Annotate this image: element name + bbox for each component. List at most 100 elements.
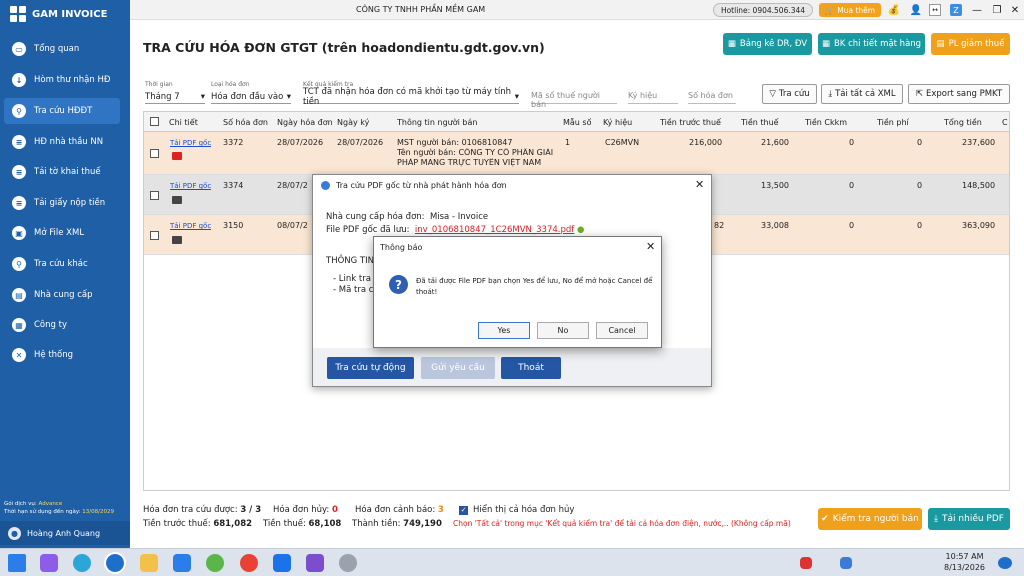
tray-v-icon[interactable] xyxy=(800,557,812,569)
printer-icon[interactable] xyxy=(172,196,182,204)
invoice-number-input[interactable]: Số hóa đơn xyxy=(688,91,736,104)
sidebar-item-payment[interactable]: ≡ Tải giấy nộp tiền xyxy=(4,190,120,216)
check-seller-button[interactable]: ✔ Kiểm tra người bán xyxy=(818,508,922,530)
minimize-icon[interactable]: — xyxy=(970,3,984,17)
show-cancelled-toggle[interactable]: ✓ Hiển thị cả hóa đơn hủy xyxy=(459,505,574,515)
cell-total: 148,500 xyxy=(962,181,996,190)
auto-lookup-button[interactable]: Tra cứu tự động xyxy=(327,357,414,379)
period-select[interactable]: Tháng 7 ▾ xyxy=(145,91,205,104)
cell-sign-date: 28/07/2026 xyxy=(337,138,384,147)
app-name: GAM INVOICE xyxy=(32,8,108,20)
export-button[interactable]: ⇱ Export sang PMKT xyxy=(908,84,1010,104)
cell-discount: 0 xyxy=(849,221,855,230)
taskbar xyxy=(0,548,1024,576)
restore-icon[interactable]: ❐ xyxy=(990,3,1004,17)
yes-button[interactable]: Yes xyxy=(478,322,530,339)
sidebar-item-inbox[interactable]: ↓ Hòm thư nhận HĐ xyxy=(4,67,120,93)
download-xml-button[interactable]: ⤓ Tải tất cả XML xyxy=(821,84,903,104)
company-name: CÔNG TY TNHH PHẦN MỀM GAM xyxy=(356,5,486,14)
close-icon[interactable]: ✕ xyxy=(646,240,655,253)
message-text: Đã tải được File PDF bạn chọn Yes để lưu… xyxy=(416,277,653,296)
symbol-input[interactable]: Ký hiệu xyxy=(628,91,678,104)
chevron-down-icon: ▾ xyxy=(514,92,519,102)
seller-tax-input[interactable]: Mã số thuế người bán xyxy=(531,91,617,109)
filter-icon: ▽ xyxy=(769,89,776,99)
exit-button[interactable]: Thoát xyxy=(501,357,561,379)
user-icon[interactable]: 👤 xyxy=(909,3,923,17)
sidebar-item-vendor[interactable]: ▤ Nhà cung cấp xyxy=(4,282,120,308)
col-date: Ngày hóa đơn xyxy=(277,118,333,127)
settings-icon: ✕ xyxy=(12,348,26,362)
checkbox-checked-icon[interactable]: ✓ xyxy=(459,505,468,515)
row-checkbox[interactable] xyxy=(150,149,159,158)
download-pdf-link[interactable]: Tải PDF gốc xyxy=(170,222,211,230)
select-all-checkbox[interactable] xyxy=(150,117,159,126)
buy-more-button[interactable]: 🛒 Mua thêm xyxy=(819,3,881,17)
close-icon[interactable]: ✕ xyxy=(695,178,704,191)
download-many-pdf-button[interactable]: ⤓ Tải nhiều PDF xyxy=(928,508,1010,530)
tax-icon: ≡ xyxy=(12,165,26,179)
saved-file-link[interactable]: inv_0106810847_1C26MVN_3374.pdf xyxy=(415,225,574,235)
close-icon[interactable]: ✕ xyxy=(1008,3,1022,17)
grand-total: Thành tiền: 749,190 xyxy=(352,519,442,529)
page-title: TRA CỨU HÓA ĐƠN GTGT (trên hoadondientu.… xyxy=(143,40,545,55)
zalo-icon[interactable]: Z xyxy=(950,4,962,16)
user-profile[interactable]: ● Hoàng Anh Quang xyxy=(0,521,130,545)
report-dr-button[interactable]: ▦ Bảng kê DR, ĐV xyxy=(723,33,812,55)
clock[interactable]: 10:57 AM 8/13/2026 xyxy=(944,551,985,573)
tax-total: Tiền thuế: 68,108 xyxy=(263,519,342,529)
lookup-icon: ⚲ xyxy=(12,257,26,271)
tax-reduction-button[interactable]: ▤ PL giảm thuế xyxy=(931,33,1010,55)
app-green-icon[interactable] xyxy=(206,554,224,572)
sidebar-item-tax-declaration[interactable]: ≡ Tải tờ khai thuế xyxy=(4,159,120,185)
table-row[interactable]: Tải PDF gốc 3372 28/07/2026 28/07/2026 M… xyxy=(144,132,1009,175)
col-form: Mẫu số xyxy=(563,118,592,127)
file-explorer-icon[interactable] xyxy=(140,554,158,572)
sidebar-item-system[interactable]: ✕ Hệ thống xyxy=(4,342,120,368)
col-discount: Tiền Ckkm xyxy=(805,118,848,127)
item-detail-button[interactable]: ▦ BK chi tiết mặt hàng xyxy=(818,33,925,55)
printer-icon[interactable] xyxy=(172,236,182,244)
row-checkbox[interactable] xyxy=(150,191,159,200)
cell-form: 1 xyxy=(565,138,571,147)
user-name: Hoàng Anh Quang xyxy=(27,528,101,538)
money-bag-icon[interactable]: 💰 xyxy=(887,3,901,17)
sidebar-item-open-xml[interactable]: ▣ Mở File XML xyxy=(4,220,120,246)
period-label: Thời gian xyxy=(145,81,173,88)
row-checkbox[interactable] xyxy=(150,231,159,240)
check-result-select[interactable]: TCT đã nhận hóa đơn có mã khởi tạo từ má… xyxy=(303,87,519,107)
company-icon: ▦ xyxy=(12,318,26,332)
export-icon: ⇱ xyxy=(915,89,923,99)
gam-app-icon[interactable] xyxy=(104,552,126,574)
chrome-icon[interactable] xyxy=(240,554,258,572)
store-icon[interactable] xyxy=(173,554,191,572)
visual-studio-icon[interactable] xyxy=(306,554,324,572)
search-icon: ⚲ xyxy=(12,104,26,118)
invoice-type-select[interactable]: Hóa đơn đầu vào ▾ xyxy=(211,91,291,104)
notification-icon[interactable] xyxy=(998,557,1012,569)
send-request-button[interactable]: Gửi yêu cầu xyxy=(421,357,495,379)
sidebar-item-dashboard[interactable]: ▭ Tổng quan xyxy=(4,36,120,62)
cell-total: 363,090 xyxy=(962,221,996,230)
start-icon[interactable] xyxy=(8,554,26,572)
copilot-icon[interactable] xyxy=(40,554,58,572)
tray-app-icon[interactable] xyxy=(840,557,852,569)
no-button[interactable]: No xyxy=(537,322,589,339)
sidebar-item-search-invoice[interactable]: ⚲ Tra cứu HĐĐT xyxy=(4,98,120,124)
download-pdf-link[interactable]: Tải PDF gốc xyxy=(170,139,211,147)
settings-taskbar-icon[interactable] xyxy=(339,554,357,572)
search-button[interactable]: ▽ Tra cứu xyxy=(762,84,817,104)
cancel-button[interactable]: Cancel xyxy=(596,322,648,339)
edge-icon[interactable] xyxy=(73,554,91,572)
folder-icon[interactable]: ● xyxy=(577,225,584,235)
zalo-taskbar-icon[interactable] xyxy=(273,554,291,572)
sidebar-item-other-lookup[interactable]: ⚲ Tra cứu khác xyxy=(4,251,120,277)
cell-date: 28/07/2026 xyxy=(277,138,324,147)
remote-icon[interactable]: ↔ xyxy=(929,4,941,16)
sidebar-item-company[interactable]: ▦ Công ty xyxy=(4,312,120,338)
cell-number: 3374 xyxy=(223,181,244,190)
check-icon: ✔ xyxy=(821,514,829,524)
pdf-icon[interactable] xyxy=(172,152,182,160)
sidebar-item-foreign-contractor[interactable]: ≡ HĐ nhà thầu NN xyxy=(4,129,120,155)
download-pdf-link[interactable]: Tải PDF gốc xyxy=(170,182,211,190)
